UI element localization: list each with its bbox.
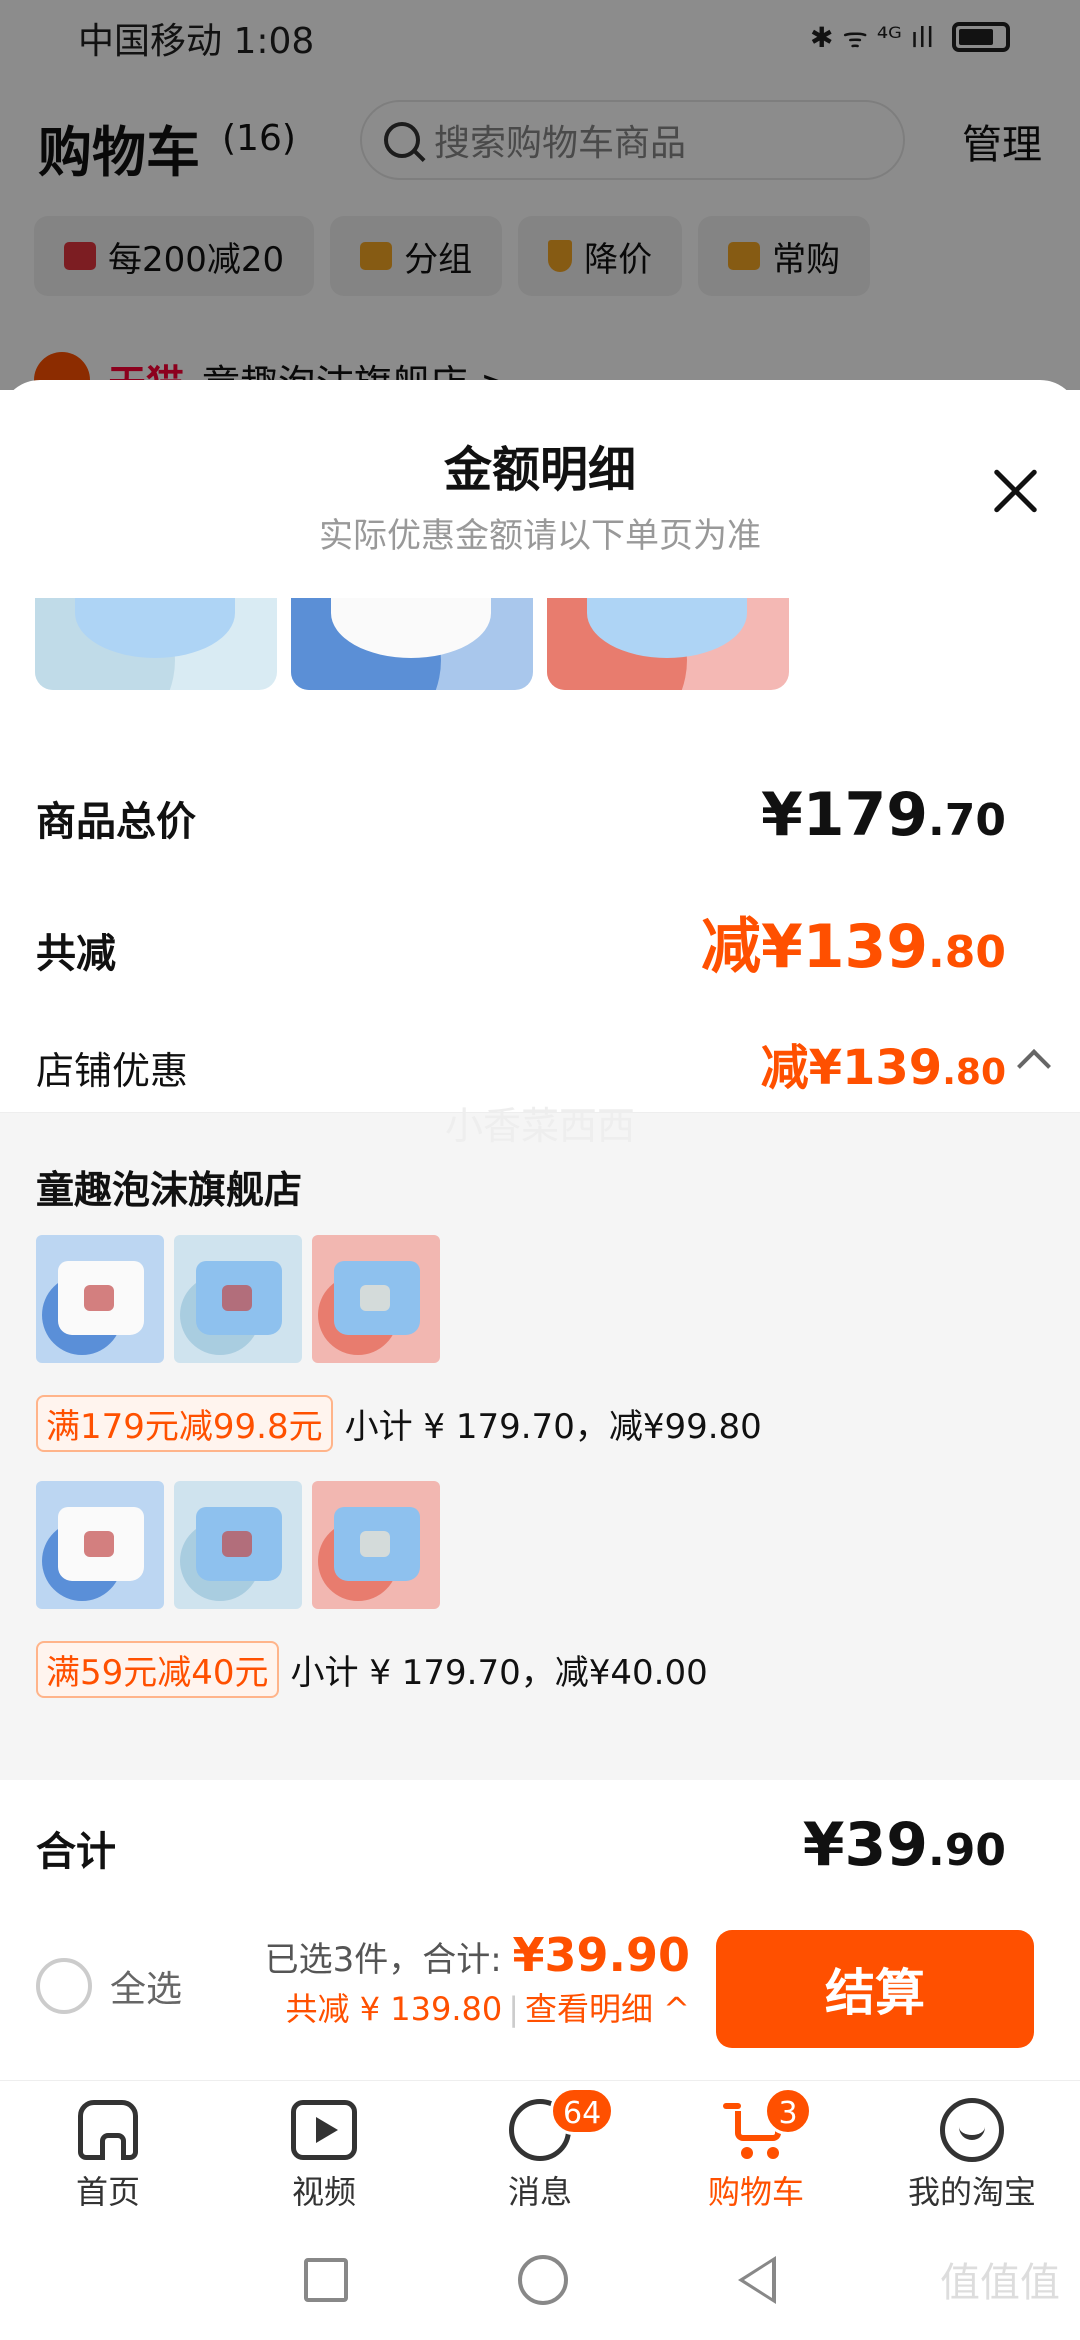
store-discount-row[interactable]: 店铺优惠 减¥139.80 <box>36 1028 1006 1098</box>
product-thumbnail[interactable] <box>174 1235 302 1363</box>
site-watermark: 值值值 <box>940 2260 1060 2306</box>
tab-video[interactable]: 视频 <box>216 2081 432 2220</box>
total-label: 合计 <box>36 1829 116 1875</box>
message-badge: 64 <box>550 2087 615 2135</box>
store-discount-label: 店铺优惠 <box>36 1049 189 1093</box>
product-thumbnail[interactable] <box>547 598 789 690</box>
separator: | <box>508 1990 519 2028</box>
total-row: 合计 ¥39.90 <box>36 1810 1006 1880</box>
back-icon[interactable] <box>738 2256 776 2304</box>
product-thumbnail[interactable] <box>291 598 533 690</box>
product-thumbnails-top <box>35 598 789 690</box>
group-2-thumbnails <box>36 1481 440 1609</box>
sheet-subtitle: 实际优惠金额请以下单页为准 <box>319 516 761 556</box>
amount-detail-sheet: 金额明细 实际优惠金额请以下单页为准 商品总价 ¥179.70 共减 减¥139… <box>0 380 1080 2080</box>
home-icon <box>75 2097 141 2163</box>
cart-badge: 3 <box>764 2087 812 2135</box>
subtotal-text: 小计 ¥ 179.70，减¥40.00 <box>290 1653 708 1693</box>
group-1-promo: 满179元减99.8元 小计 ¥ 179.70，减¥99.80 <box>36 1395 762 1452</box>
tab-label: 视频 <box>291 2173 356 2211</box>
product-thumbnail[interactable] <box>174 1481 302 1609</box>
tab-label: 首页 <box>75 2173 140 2211</box>
summary-line: 已选3件，合计: ¥39.90 <box>265 1928 690 1982</box>
product-thumbnail[interactable] <box>36 1481 164 1609</box>
chevron-up-icon[interactable] <box>1017 1049 1051 1083</box>
checkout-summary: 已选3件，合计: ¥39.90 共减 ¥ 139.80 | 查看明细 ^ <box>265 1928 690 2030</box>
system-navigation <box>0 2220 1080 2340</box>
subtotal-text: 小计 ¥ 179.70，减¥99.80 <box>344 1407 762 1447</box>
select-all-label: 全选 <box>110 1969 183 2010</box>
select-all-toggle[interactable]: 全选 <box>36 1958 182 2014</box>
selected-text: 已选3件，合计: <box>264 1940 513 1980</box>
discount-value: 减¥139.80 <box>701 912 1006 982</box>
product-thumbnail[interactable] <box>312 1235 440 1363</box>
promo-tag: 满179元减99.8元 <box>36 1395 333 1452</box>
dim-overlay[interactable] <box>0 0 1080 390</box>
tab-label: 我的淘宝 <box>907 2173 1036 2211</box>
store-discount-value: 减¥139.80 <box>760 1040 1006 1096</box>
goods-total-label: 商品总价 <box>36 799 196 845</box>
checkout-button[interactable]: 结算 <box>716 1930 1034 2048</box>
sum-value: ¥39.90 <box>512 1928 690 1982</box>
discount-row: 共减 减¥139.80 <box>36 898 1006 985</box>
tab-home[interactable]: 首页 <box>0 2081 216 2220</box>
recents-icon[interactable] <box>304 2258 348 2302</box>
tab-cart[interactable]: 3 购物车 <box>648 2081 864 2220</box>
close-icon[interactable] <box>990 466 1040 516</box>
video-icon <box>291 2097 357 2163</box>
product-thumbnail[interactable] <box>312 1481 440 1609</box>
panel-store-name: 童趣泡沫旗舰店 <box>36 1168 303 1212</box>
view-detail-link[interactable]: 查看明细 ^ <box>525 1990 690 2028</box>
bottom-tab-bar: 首页 视频 64 消息 3 购物车 我的淘宝 <box>0 2080 1080 2220</box>
sheet-title: 金额明细 <box>443 442 636 498</box>
home-button-icon[interactable] <box>518 2255 568 2305</box>
discount-label: 共减 <box>36 931 116 977</box>
goods-total-row: 商品总价 ¥179.70 <box>36 780 1006 850</box>
tab-label: 消息 <box>507 2173 572 2211</box>
saved-text: 共减 ¥ 139.80 <box>285 1990 503 2028</box>
checkout-bar: 全选 已选3件，合计: ¥39.90 共减 ¥ 139.80 | 查看明细 ^ 结算 <box>0 1910 1080 2080</box>
tab-my-taobao[interactable]: 我的淘宝 <box>864 2081 1080 2220</box>
goods-total-value: ¥179.70 <box>761 780 1006 850</box>
radio-icon[interactable] <box>36 1958 92 2014</box>
group-1-thumbnails <box>36 1235 440 1363</box>
store-discount-panel: 童趣泡沫旗舰店 满179元减99.8元 小计 ¥ 179.70，减¥99.80 <box>0 1112 1080 1780</box>
saved-line: 共减 ¥ 139.80 | 查看明细 ^ <box>265 1984 690 2030</box>
promo-tag: 满59元减40元 <box>36 1641 279 1698</box>
tab-label: 购物车 <box>707 2173 804 2211</box>
smile-icon <box>939 2097 1005 2163</box>
group-2-promo: 满59元减40元 小计 ¥ 179.70，减¥40.00 <box>36 1641 708 1698</box>
watermark-text: 小香菜西西 <box>444 1104 635 1148</box>
total-value: ¥39.90 <box>802 1810 1006 1880</box>
product-thumbnail[interactable] <box>36 1235 164 1363</box>
product-thumbnail[interactable] <box>35 598 277 690</box>
tab-messages[interactable]: 64 消息 <box>432 2081 648 2220</box>
